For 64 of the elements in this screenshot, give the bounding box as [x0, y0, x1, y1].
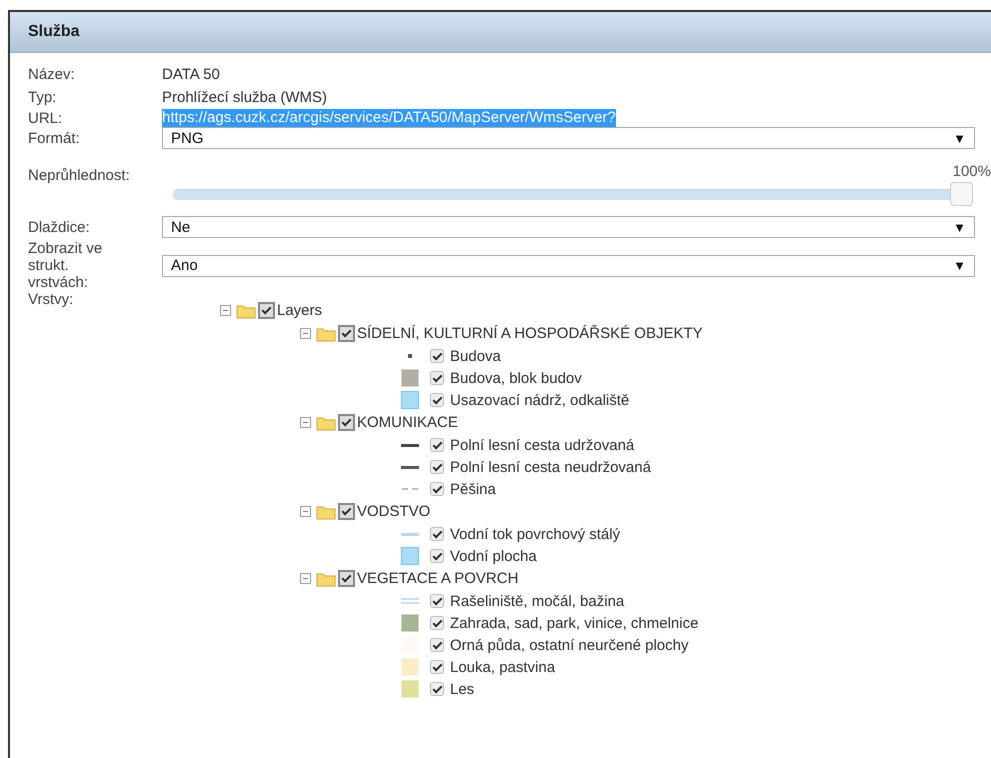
folder-icon — [316, 326, 336, 342]
collapse-icon[interactable] — [300, 506, 311, 517]
checkbox[interactable] — [338, 570, 355, 587]
opacity-slider[interactable] — [173, 182, 973, 206]
layer-label: Usazovací nádrž, odkaliště — [450, 392, 630, 408]
folder-icon — [316, 504, 336, 520]
layer-label: Polní lesní cesta udržovaná — [450, 436, 634, 454]
folder-icon — [316, 414, 336, 430]
checkbox[interactable] — [430, 660, 444, 674]
field-label: Vrstvy: — [28, 291, 74, 308]
selected-url-text: https://ags.cuzk.cz/arcgis/services/DATA50/MapServer/WmsServer? — [162, 109, 616, 127]
dropdown[interactable]: Ne ▼ — [162, 216, 975, 238]
checkbox[interactable] — [258, 302, 275, 319]
field-label: Název: — [28, 66, 75, 83]
checkbox[interactable] — [338, 414, 355, 431]
checkbox[interactable] — [430, 349, 444, 363]
checkbox[interactable] — [430, 616, 444, 630]
dropdown[interactable]: Ano ▼ — [162, 254, 975, 276]
checkbox[interactable] — [430, 371, 444, 385]
field-label: Neprůhlednost: — [28, 166, 128, 184]
layer-group-label: Layers — [277, 302, 322, 319]
checkbox[interactable] — [430, 549, 444, 563]
layer-label: Polní lesní cesta neudržovaná — [450, 458, 651, 476]
field-value: DATA 50 — [162, 65, 220, 85]
layer-label: Vodní tok povrchový stálý — [450, 526, 620, 542]
checkbox[interactable] — [430, 460, 444, 474]
layer-label: Budova — [450, 348, 501, 364]
checkbox[interactable] — [430, 594, 444, 608]
field-label: Zobrazit ve strukt. vrstvách: — [28, 240, 104, 291]
layer-label: Louka, pastvina — [450, 658, 556, 676]
layer-group-label: SÍDELNÍ, KULTURNÍ A HOSPODÁŘSKÉ OBJEKTY — [357, 325, 703, 342]
slider-handle[interactable] — [950, 182, 973, 206]
collapse-icon[interactable] — [300, 328, 311, 339]
collapse-icon[interactable] — [300, 573, 311, 584]
folder-icon — [316, 570, 336, 586]
checkbox[interactable] — [430, 682, 444, 696]
collapse-icon[interactable] — [220, 305, 231, 316]
checkbox[interactable] — [338, 325, 355, 342]
field-label: Dlaždice: — [28, 218, 90, 236]
field-label: Typ: — [28, 89, 56, 106]
layer-group-label: KOMUNIKACE — [357, 414, 458, 431]
field-label: URL: — [28, 110, 62, 126]
layer-label: Budova, blok budov — [450, 370, 582, 386]
layer-label: Pěšina — [450, 480, 496, 498]
dropdown[interactable]: PNG ▼ — [162, 127, 975, 149]
layer-group-label: VEGETACE A POVRCH — [357, 570, 518, 587]
checkbox[interactable] — [430, 438, 444, 452]
checkbox[interactable] — [430, 393, 444, 407]
slider-reading: 100% — [952, 163, 991, 180]
checkbox[interactable] — [430, 527, 444, 541]
checkbox[interactable] — [338, 503, 355, 520]
field-value: Prohlížecí služba (WMS) — [162, 88, 328, 108]
layer-label: Zahrada, sad, park, vinice, chmelnice — [450, 614, 698, 632]
collapse-icon[interactable] — [300, 417, 311, 428]
checkbox[interactable] — [430, 638, 444, 652]
checkbox[interactable] — [430, 482, 444, 496]
folder-icon — [236, 302, 256, 318]
field-label: Formát: — [28, 130, 80, 146]
layer-label: Rašeliniště, močál, bažina — [450, 592, 624, 610]
layer-group-label: VODSTVO — [357, 503, 430, 520]
layer-label: Orná půda, ostatní neurčené plochy — [450, 636, 688, 654]
layer-label: Vodní plocha — [450, 548, 537, 564]
panel-title: Služba — [10, 12, 991, 53]
layer-label: Les — [450, 680, 474, 698]
